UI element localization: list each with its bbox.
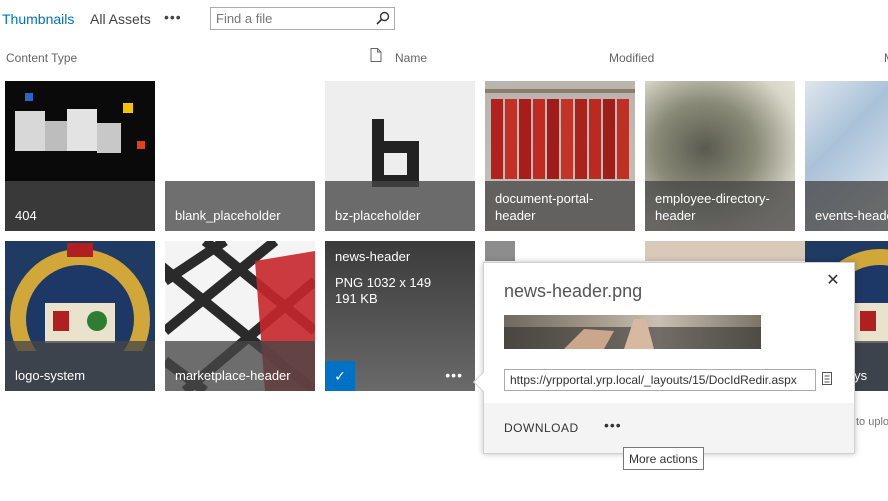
regional-crest-icon bbox=[10, 243, 150, 351]
tile-details: news-header PNG 1032 x 149 191 KB bbox=[335, 249, 431, 307]
view-bar: Thumbnails All Assets ••• bbox=[0, 0, 888, 36]
tile-title: news-header bbox=[335, 249, 411, 264]
tile-label: 404 bbox=[5, 181, 155, 231]
tile-image bbox=[15, 93, 145, 153]
views-more-button[interactable]: ••• bbox=[164, 9, 182, 25]
more-actions-tooltip: More actions bbox=[623, 447, 704, 470]
column-modified-by[interactable]: M bbox=[884, 51, 888, 65]
search-input[interactable] bbox=[211, 8, 361, 29]
file-callout: news-header.png ✕ https://yrpportal.yrp.… bbox=[473, 262, 855, 454]
callout-title: news-header.png bbox=[504, 281, 643, 301]
search-icon[interactable] bbox=[376, 11, 390, 25]
callout-actions: DOWNLOAD ••• bbox=[484, 403, 854, 453]
tab-all-assets[interactable]: All Assets bbox=[90, 11, 151, 27]
tablet-hand-image bbox=[504, 319, 761, 349]
tile-file-size: 191 KB bbox=[335, 291, 378, 306]
column-modified[interactable]: Modified bbox=[609, 51, 654, 65]
tile-image bbox=[485, 89, 635, 179]
thumbnail-tile[interactable]: employee-directory-header bbox=[645, 81, 795, 231]
thumbnail-tile[interactable]: blank_placeholder bbox=[165, 81, 315, 231]
search-box bbox=[210, 7, 395, 30]
close-icon[interactable]: ✕ bbox=[825, 273, 841, 289]
tile-label: marketplace-header bbox=[165, 341, 315, 391]
file-link-field[interactable]: https://yrpportal.yrp.local/_layouts/15/… bbox=[504, 369, 816, 391]
tile-label: document-portal-header bbox=[485, 181, 635, 231]
tile-label: events-heade bbox=[805, 181, 888, 231]
tile-format-dimensions: PNG 1032 x 149 bbox=[335, 275, 432, 290]
column-name[interactable]: Name bbox=[395, 51, 427, 65]
tile-label: bz-placeholder bbox=[325, 181, 475, 231]
thumbnail-tile[interactable]: marketplace-header bbox=[165, 241, 315, 391]
tile-more-button[interactable]: ••• bbox=[445, 367, 463, 383]
tile-label: employee-directory-header bbox=[645, 181, 795, 231]
thumbnail-tile[interactable]: bz-placeholder bbox=[325, 81, 475, 231]
selected-checkbox[interactable]: ✓ bbox=[325, 361, 355, 391]
download-button[interactable]: DOWNLOAD bbox=[504, 421, 579, 435]
copy-icon[interactable] bbox=[822, 372, 832, 385]
upload-hint-text: to uplo bbox=[856, 416, 888, 428]
document-type-icon bbox=[370, 48, 382, 62]
thumbnail-tile-selected[interactable]: news-header PNG 1032 x 149 191 KB ✓ ••• bbox=[325, 241, 475, 391]
tile-label: logo-system bbox=[5, 341, 155, 391]
tab-thumbnails[interactable]: Thumbnails bbox=[2, 11, 74, 27]
callout-pointer bbox=[473, 372, 493, 392]
thumbnail-tile[interactable]: events-heade bbox=[805, 81, 888, 231]
thumbnail-tile-partial[interactable] bbox=[485, 241, 515, 261]
callout-preview-image bbox=[504, 315, 761, 349]
tile-label: blank_placeholder bbox=[165, 181, 315, 231]
thumbnail-tile[interactable]: 404 bbox=[5, 81, 155, 231]
column-content-type[interactable]: Content Type bbox=[6, 51, 77, 65]
thumbnail-tile[interactable]: document-portal-header bbox=[485, 81, 635, 231]
more-actions-button[interactable]: ••• bbox=[604, 417, 622, 433]
thumbnail-tile[interactable]: logo-system bbox=[5, 241, 155, 391]
